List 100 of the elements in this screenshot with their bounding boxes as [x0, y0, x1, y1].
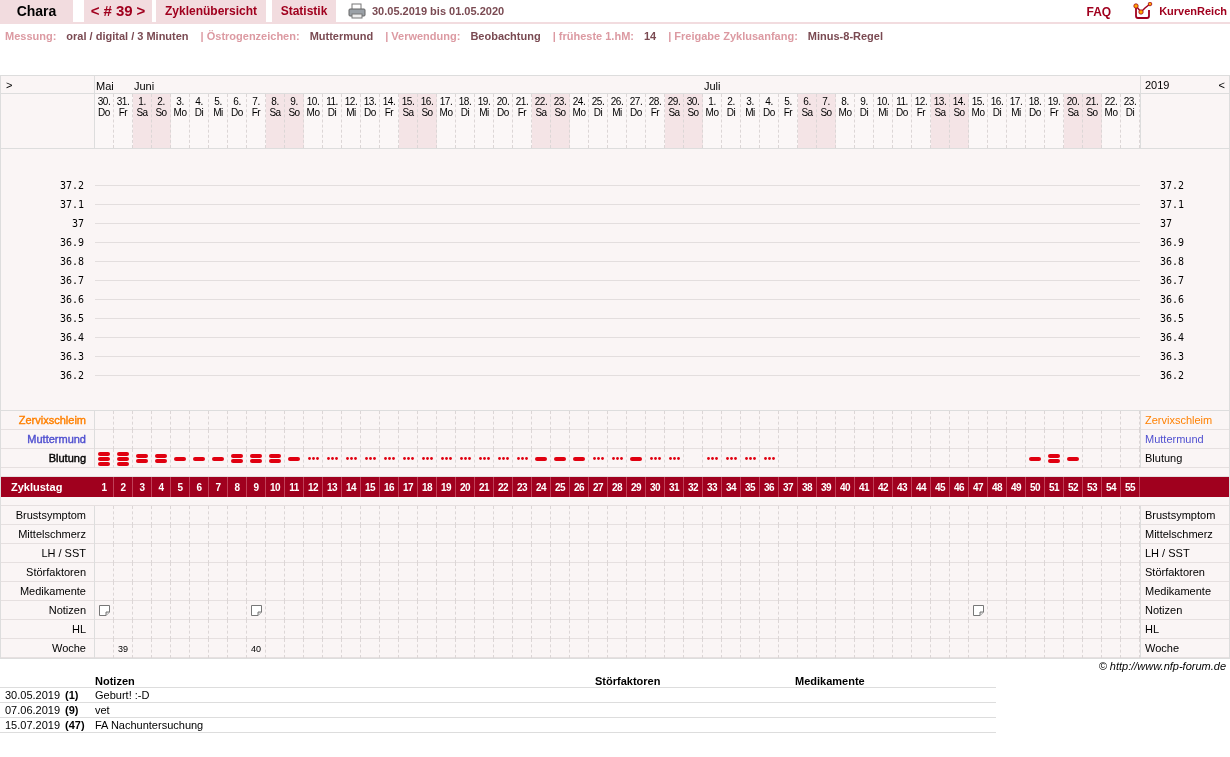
month-label: Mai — [96, 79, 114, 94]
cycle-day-number: 39 — [820, 480, 832, 495]
day-header: 2. So — [152, 94, 171, 148]
printer-icon[interactable] — [348, 3, 366, 19]
note-text: vet — [95, 703, 111, 718]
day-header: 9. So — [285, 94, 304, 148]
temperature-label: 37 — [1159, 217, 1174, 231]
row-label: Notizen — [1140, 601, 1229, 620]
cycle-day-number: 30 — [649, 480, 661, 495]
day-header: 6. Sa — [798, 94, 817, 148]
cycle-day-number: 54 — [1105, 480, 1117, 495]
day-header: 21. So — [1083, 94, 1102, 148]
cycle-day-number: 46 — [953, 480, 965, 495]
day-header: 23. Di — [1121, 94, 1140, 148]
temperature-label: 36.2 — [1159, 369, 1186, 383]
note-date: 07.06.2019 — [4, 703, 62, 718]
temperature-label: 36.3 — [1159, 350, 1186, 364]
faq-link[interactable]: FAQ — [1086, 3, 1112, 21]
day-header: 18. Do — [1026, 94, 1045, 148]
cycle-day-number: 13 — [326, 480, 338, 495]
temperature-label: 36.5 — [58, 312, 85, 326]
cycle-day-number: 45 — [934, 480, 946, 495]
day-header: 26. Mi — [608, 94, 627, 148]
previous-cycle-link[interactable]: < — [90, 0, 100, 23]
day-header: 7. So — [817, 94, 836, 148]
day-header: 1. Mo — [703, 94, 722, 148]
cycle-day-number: 24 — [535, 480, 547, 495]
chart-logo-icon[interactable] — [1133, 2, 1154, 20]
row-label: Notizen — [1, 601, 95, 620]
user-name: Chara — [0, 0, 73, 22]
column-header: Notizen — [95, 674, 136, 688]
note-icon[interactable] — [250, 605, 262, 616]
temperature-label: 36.8 — [58, 255, 85, 269]
cycle-day-number: 6 — [196, 480, 202, 495]
row-label: Woche — [1140, 639, 1229, 658]
day-header: 19. Fr — [1045, 94, 1064, 148]
day-header: 10. Mo — [304, 94, 323, 148]
row-label: HL — [1140, 620, 1229, 639]
scroll-left-link[interactable]: > — [6, 79, 13, 91]
row-label: Medikamente — [1, 582, 95, 601]
cycle-day-number: 27 — [592, 480, 604, 495]
cycle-day-number: 22 — [497, 480, 509, 495]
day-header: 17. Mi — [1007, 94, 1026, 148]
row-label: Brustsymptom — [1, 506, 95, 525]
row-label: Mittelschmerz — [1140, 525, 1229, 544]
cycle-day-number: 26 — [573, 480, 585, 495]
row-label: LH / SST — [1140, 544, 1229, 563]
nav-tab[interactable]: Zyklenübersicht — [156, 0, 266, 22]
row-label: Mittelschmerz — [1, 525, 95, 544]
column-header: Störfaktoren — [595, 674, 662, 688]
day-header: 16. So — [418, 94, 437, 148]
cycle-day-number: 35 — [744, 480, 756, 495]
day-header: 14. So — [950, 94, 969, 148]
note-icon[interactable] — [98, 605, 110, 616]
next-cycle-link[interactable]: > — [136, 0, 146, 23]
nav-tab[interactable]: Statistik — [272, 0, 336, 22]
cycle-day-number: 33 — [706, 480, 718, 495]
day-header: 17. Mo — [437, 94, 456, 148]
date-range: 30.05.2019 bis 01.05.2020 — [372, 3, 505, 19]
cycle-day-number: 31 — [668, 480, 680, 495]
row-label: Brustsymptom — [1140, 506, 1229, 525]
row-label: Medikamente — [1140, 582, 1229, 601]
day-header: 19. Mi — [475, 94, 494, 148]
note-text: FA Nachuntersuchung — [95, 718, 205, 733]
cycle-day-number: 52 — [1067, 480, 1079, 495]
cycle-day-number: 3 — [139, 480, 145, 495]
day-header: 4. Do — [760, 94, 779, 148]
temperature-label: 36.2 — [58, 369, 85, 383]
brand-link[interactable]: KurvenReich — [1159, 2, 1227, 20]
cycle-day-number: 53 — [1086, 480, 1098, 495]
setting-value: 14 — [643, 28, 657, 44]
column-header: Medikamente — [795, 674, 866, 688]
temperature-label: 36.3 — [58, 350, 85, 364]
cycle-day-number: 9 — [253, 480, 259, 495]
setting-value: Beobachtung — [470, 28, 541, 44]
day-header: 3. Mo — [171, 94, 190, 148]
row-label: Blutung — [1, 449, 95, 468]
cycle-day-number: 50 — [1029, 480, 1041, 495]
day-header: 10. Mi — [874, 94, 893, 148]
day-header: 24. Mo — [570, 94, 589, 148]
cycle-day-label: Zyklustag — [10, 480, 64, 495]
cycle-day-number: 10 — [269, 480, 281, 495]
temperature-label: 37.2 — [1159, 179, 1186, 193]
day-header: 15. Sa — [399, 94, 418, 148]
cycle-day-number: 15 — [364, 480, 376, 495]
row-label: Störfaktoren — [1140, 563, 1229, 582]
cycle-day-number: 1 — [101, 480, 107, 495]
setting-value: oral / digital / 3 Minuten — [66, 28, 189, 44]
note-date: 30.05.2019 — [4, 688, 62, 703]
cycle-day-number: 44 — [915, 480, 927, 495]
scroll-right-link[interactable]: < — [1218, 76, 1225, 94]
day-header: 23. So — [551, 94, 570, 148]
cycle-day-number: 16 — [383, 480, 395, 495]
cycle-day-number: 48 — [991, 480, 1003, 495]
temperature-label: 36.7 — [58, 274, 85, 288]
day-header: 6. Do — [228, 94, 247, 148]
note-cycle-day: (1) — [65, 688, 95, 703]
temperature-label: 36.6 — [1159, 293, 1186, 307]
note-icon[interactable] — [972, 605, 984, 616]
setting-label: | Verwendung: — [385, 28, 461, 44]
